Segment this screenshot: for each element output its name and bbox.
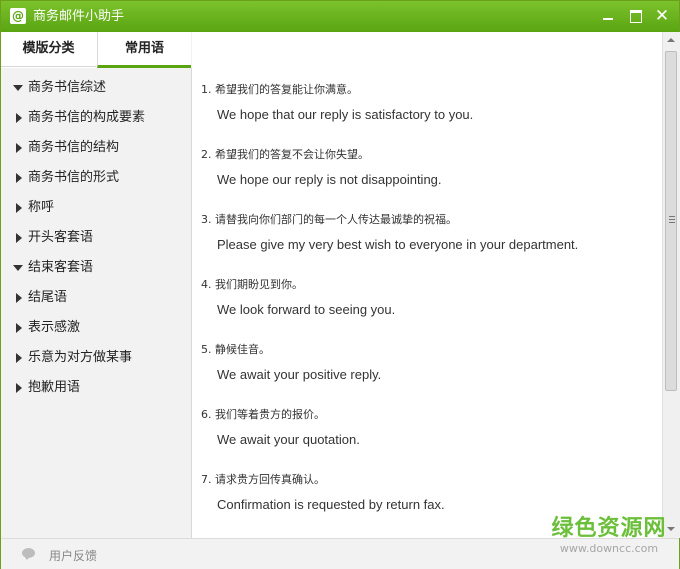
watermark-url: www.downcc.com (559, 542, 659, 555)
sidebar-item-salutation[interactable]: 称呼 (1, 193, 191, 223)
list-item[interactable]: 6. 我们等着贵方的报价。 We await your quotation. (201, 408, 656, 448)
sidebar-item-label: 商务书信的构成要素 (28, 110, 146, 125)
list-item[interactable]: 4. 我们期盼见到你。 We look forward to seeing yo… (201, 278, 656, 318)
vertical-scrollbar[interactable] (662, 32, 680, 538)
chevron-right-icon (16, 203, 22, 213)
phrase-chinese: 1. 希望我们的答复能让你满意。 (201, 83, 358, 96)
chevron-right-icon (16, 293, 22, 303)
sidebar-item-ending[interactable]: 结尾语 (1, 283, 191, 313)
phrase-english: We look forward to seeing you. (217, 302, 396, 317)
sidebar-item-elements[interactable]: 商务书信的构成要素 (1, 103, 191, 133)
sidebar-item-apology[interactable]: 抱歉用语 (1, 373, 191, 403)
chevron-down-icon (13, 265, 23, 271)
sidebar-item-format[interactable]: 商务书信的形式 (1, 163, 191, 193)
tab-templates[interactable]: 模版分类 (1, 32, 96, 67)
grip-line (669, 216, 675, 217)
phrase-chinese: 4. 我们期盼见到你。 (201, 278, 303, 291)
chevron-right-icon (16, 113, 22, 123)
watermark-site-name: 绿色资源网 (551, 516, 667, 541)
window-title: 商务邮件小助手 (33, 9, 125, 24)
app-window: @ 商务邮件小助手 ✕ 模版分类 常用语 商务书信综述 商务书信的构成要素 商务… (0, 0, 680, 569)
sidebar-item-overview[interactable]: 商务书信综述 (1, 73, 191, 103)
sidebar-item-label: 表示感激 (28, 320, 81, 335)
watermark: 绿色资源网 www.downcc.com (539, 516, 679, 556)
sidebar-item-label: 商务书信综述 (28, 80, 107, 95)
scrollbar-thumb[interactable] (665, 51, 677, 391)
sidebar-item-label: 结束客套语 (28, 260, 94, 275)
list-item[interactable]: 3. 请替我向你们部门的每一个人传达最诚挚的祝福。 Please give my… (201, 213, 656, 253)
sidebar-item-structure[interactable]: 商务书信的结构 (1, 133, 191, 163)
sidebar-item-gratitude[interactable]: 表示感激 (1, 313, 191, 343)
phrase-english: We await your quotation. (217, 432, 360, 447)
list-item[interactable]: 5. 静候佳音。 We await your positive reply. (201, 343, 656, 383)
chevron-right-icon (16, 383, 22, 393)
sidebar-item-opening[interactable]: 开头客套语 (1, 223, 191, 253)
grip-line (669, 222, 675, 223)
sidebar-item-closing[interactable]: 结束客套语 (1, 253, 191, 283)
sidebar-item-label: 开头客套语 (28, 230, 94, 245)
list-item[interactable]: 1. 希望我们的答复能让你满意。 We hope that our reply … (201, 83, 656, 123)
sidebar-item-label: 商务书信的结构 (28, 140, 120, 155)
chevron-down-icon (13, 85, 23, 91)
phrase-english: We await your positive reply. (217, 367, 382, 382)
phrase-english: We hope that our reply is satisfactory t… (217, 107, 474, 122)
sidebar-item-willing[interactable]: 乐意为对方做某事 (1, 343, 191, 373)
mail-at-icon: @ (10, 8, 26, 24)
list-item[interactable]: 2. 希望我们的答复不会让你失望。 We hope our reply is n… (201, 148, 656, 188)
maximize-button[interactable] (627, 7, 645, 25)
list-item[interactable]: 7. 请求贵方回传真确认。 Confirmation is requested … (201, 473, 656, 513)
phrase-list[interactable]: 1. 希望我们的答复能让你满意。 We hope that our reply … (192, 32, 662, 538)
chevron-right-icon (16, 323, 22, 333)
category-sidebar: 商务书信综述 商务书信的构成要素 商务书信的结构 商务书信的形式 称呼 开头客套… (1, 68, 192, 538)
grip-line (669, 219, 675, 220)
sidebar-item-label: 结尾语 (28, 290, 68, 305)
phrase-chinese: 2. 希望我们的答复不会让你失望。 (201, 148, 369, 161)
phrase-chinese: 3. 请替我向你们部门的每一个人传达最诚挚的祝福。 (201, 213, 457, 226)
chevron-right-icon (16, 353, 22, 363)
tab-common-phrases[interactable]: 常用语 (97, 32, 191, 68)
sidebar-item-label: 乐意为对方做某事 (28, 350, 133, 365)
chevron-right-icon (16, 143, 22, 153)
feedback-link[interactable]: 用户反馈 (49, 547, 97, 564)
phrase-english: We hope our reply is not disappointing. (217, 172, 442, 187)
phrase-chinese: 5. 静候佳音。 (201, 343, 270, 356)
chevron-right-icon (16, 233, 22, 243)
minimize-button[interactable] (599, 7, 617, 25)
sidebar-item-label: 抱歉用语 (28, 380, 81, 395)
phrase-english: Please give my very best wish to everyon… (217, 237, 579, 252)
phrase-english: Confirmation is requested by return fax. (217, 497, 445, 512)
sidebar-item-label: 商务书信的形式 (28, 170, 120, 185)
maximize-icon (630, 10, 642, 23)
scroll-up-arrow-icon[interactable] (667, 38, 675, 42)
minimize-icon (603, 18, 613, 20)
tab-bar: 模版分类 常用语 (1, 32, 191, 68)
title-bar[interactable]: @ 商务邮件小助手 ✕ (1, 1, 679, 32)
phrase-chinese: 6. 我们等着贵方的报价。 (201, 408, 325, 421)
speech-bubble-icon[interactable] (22, 548, 35, 560)
chevron-right-icon (16, 173, 22, 183)
close-button[interactable]: ✕ (653, 7, 671, 25)
phrase-chinese: 7. 请求贵方回传真确认。 (201, 473, 325, 486)
sidebar-item-label: 称呼 (28, 200, 55, 215)
